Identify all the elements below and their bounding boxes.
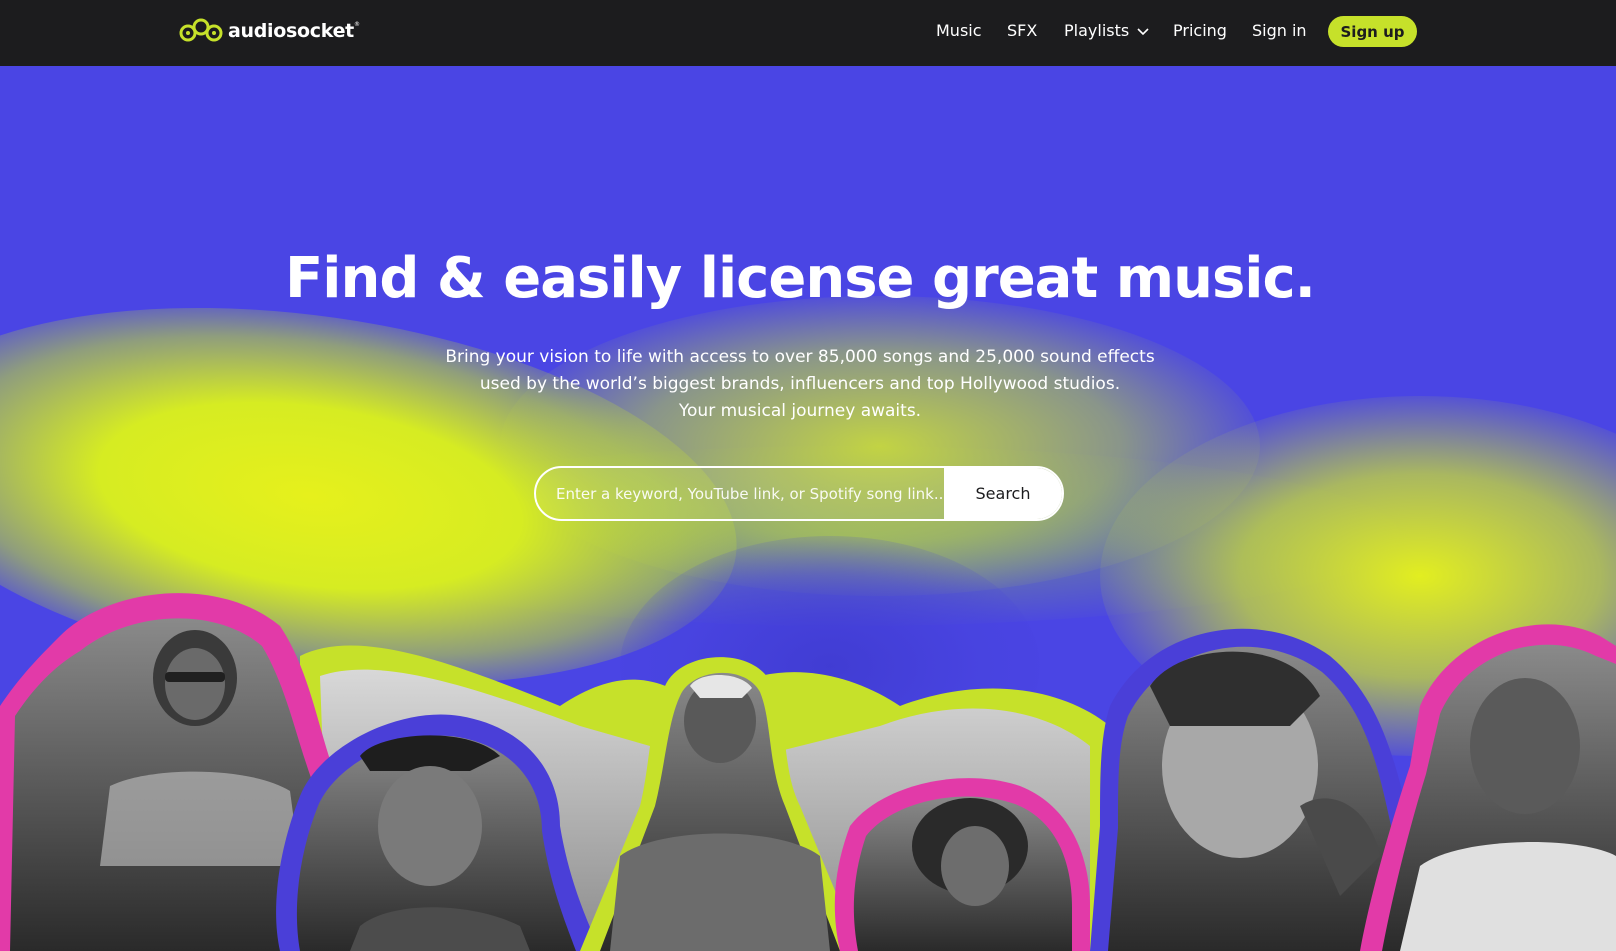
logo-text: audiosocket — [228, 20, 354, 42]
nav-pricing[interactable]: Pricing — [1173, 21, 1227, 40]
nav-playlists-label: Playlists — [1064, 21, 1130, 40]
nav-sfx[interactable]: SFX — [1007, 21, 1037, 40]
chevron-down-icon — [1137, 21, 1149, 40]
logo[interactable]: audiosocket ® — [178, 16, 360, 46]
nav-playlists[interactable]: Playlists — [1064, 21, 1149, 40]
audiosocket-logo-icon — [179, 18, 223, 42]
artist-collage — [0, 593, 1616, 951]
nav-music[interactable]: Music — [936, 21, 982, 40]
nav-sign-in[interactable]: Sign in — [1252, 21, 1307, 40]
top-navbar: audiosocket ® Music SFX Playlists Pricin… — [0, 0, 1616, 66]
hero-section: Find & easily license great music. Bring… — [0, 66, 1616, 951]
trademark-mark: ® — [353, 20, 360, 28]
sign-up-button[interactable]: Sign up — [1328, 16, 1417, 47]
